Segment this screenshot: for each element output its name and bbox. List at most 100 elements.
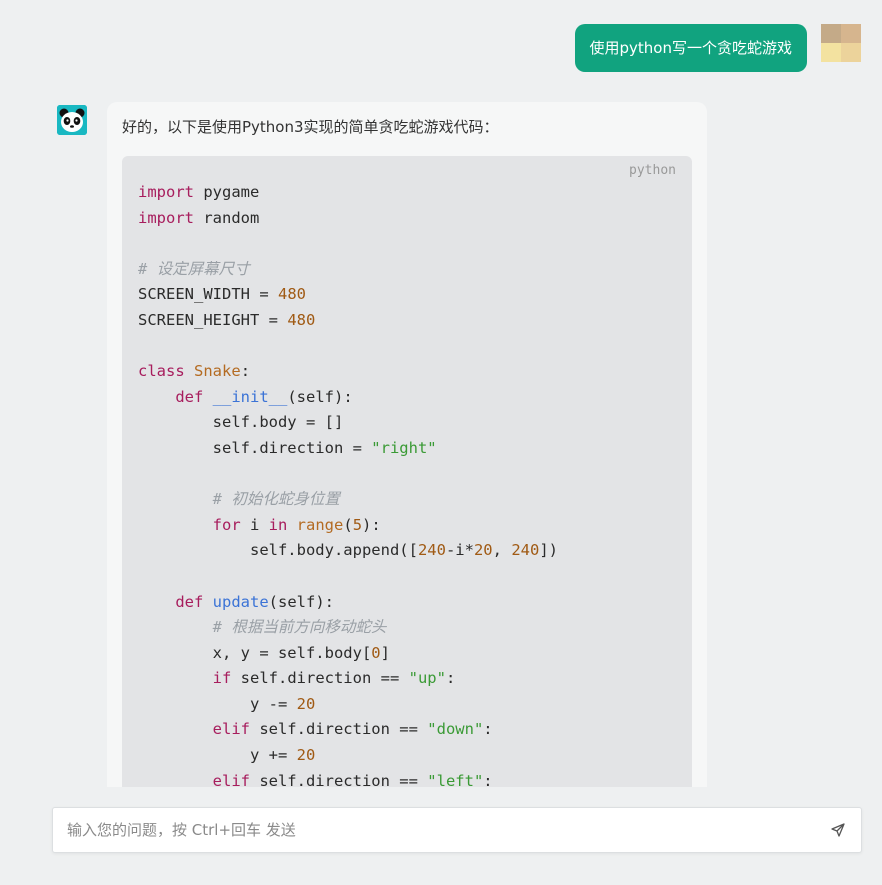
- user-message-text: 使用python写一个贪吃蛇游戏: [589, 39, 792, 57]
- code-line: class Snake:: [138, 359, 558, 385]
- question-input[interactable]: [67, 808, 807, 852]
- code-token: "right": [371, 438, 437, 457]
- code-token: :: [445, 669, 456, 688]
- code-token: def: [175, 592, 204, 611]
- code-line: # 设定屏幕尺寸: [138, 257, 558, 283]
- code-content: import pygame import random # 设定屏幕尺寸 SCREEN…: [138, 180, 558, 787]
- code-token: import: [138, 183, 194, 201]
- code-token: __init__: [212, 387, 288, 406]
- code-token: (: [343, 515, 353, 534]
- code-token: -i*: [445, 541, 474, 560]
- code-token: :: [240, 362, 251, 381]
- code-token: :: [483, 720, 493, 739]
- code-token: "down": [427, 720, 484, 739]
- code-line: # 初始化蛇身位置: [138, 487, 558, 513]
- send-icon: [831, 823, 845, 837]
- code-line: for i in range(5):: [138, 513, 558, 539]
- code-line: y += 20: [138, 743, 558, 769]
- question-input-bar: [52, 807, 862, 853]
- code-token: (self):: [268, 592, 334, 611]
- code-language-label: python: [629, 163, 676, 178]
- code-token: self.direction ==: [231, 669, 409, 688]
- code-token: 0: [371, 643, 381, 662]
- code-token: ]: [380, 643, 390, 662]
- code-line: def __init__(self):: [138, 385, 558, 411]
- code-line: import random: [138, 206, 558, 232]
- code-token: elif: [212, 771, 250, 787]
- code-token: self.direction ==: [249, 771, 428, 787]
- code-token: elif: [212, 720, 250, 739]
- code-token: for: [212, 515, 241, 534]
- code-token: 240: [417, 541, 446, 560]
- code-token: # 根据当前方向移动蛇头: [212, 618, 387, 637]
- user-avatar: [821, 24, 861, 62]
- bot-intro-text: 好的，以下是使用Python3实现的简单贪吃蛇游戏代码：: [122, 118, 499, 136]
- code-token: random: [194, 208, 260, 227]
- code-block: python import pygame import random # 设定屏幕尺…: [122, 156, 692, 787]
- code-token: "up": [408, 669, 446, 688]
- code-line: self.body.append([240-i*20, 240]): [138, 538, 558, 564]
- code-token: 20: [473, 541, 493, 560]
- code-line: y -= 20: [138, 692, 558, 718]
- chat-area: 使用python写一个贪吃蛇游戏 好的，以下是使用Python3实现的简单贪吃蛇…: [0, 0, 882, 787]
- code-line: SCREEN_HEIGHT = 480: [138, 308, 558, 334]
- code-token: SCREEN_WIDTH =: [138, 285, 278, 304]
- code-token: 5: [352, 515, 363, 534]
- code-token: Snake: [194, 362, 241, 381]
- bot-message-card: 好的，以下是使用Python3实现的简单贪吃蛇游戏代码： python impo…: [107, 102, 707, 787]
- code-token: SCREEN_HEIGHT =: [138, 310, 288, 329]
- code-token: ):: [362, 515, 381, 534]
- code-token: self.body = []: [138, 413, 344, 432]
- code-token: 480: [287, 310, 316, 329]
- code-token: x, y = self.body[: [138, 643, 372, 662]
- code-line: self.body = []: [138, 410, 558, 436]
- code-line: def update(self):: [138, 590, 558, 616]
- code-token: 480: [277, 285, 306, 304]
- code-line: elif self.direction == "left":: [138, 769, 558, 787]
- code-token: ]): [539, 541, 558, 560]
- code-line: elif self.direction == "down":: [138, 717, 558, 743]
- code-token: self.direction ==: [249, 720, 428, 739]
- code-token: # 设定屏幕尺寸: [138, 259, 250, 278]
- code-line: self.direction = "right": [138, 436, 558, 462]
- code-token: i: [240, 515, 269, 534]
- panda-icon: [57, 105, 87, 135]
- code-token: pygame: [194, 183, 260, 201]
- send-button[interactable]: [829, 821, 847, 839]
- code-token: def: [175, 387, 204, 406]
- code-token: self.body.append([: [138, 541, 418, 560]
- code-token: import: [138, 208, 194, 227]
- code-line: x, y = self.body[0]: [138, 641, 558, 667]
- code-line: SCREEN_WIDTH = 480: [138, 282, 558, 308]
- code-token: range: [296, 515, 344, 534]
- code-token: ,: [492, 541, 512, 560]
- code-token: 20: [296, 746, 316, 765]
- code-token: update: [212, 592, 269, 611]
- code-token: if: [212, 669, 232, 688]
- code-token: :: [483, 771, 493, 787]
- code-token: 20: [296, 694, 316, 713]
- code-token: # 初始化蛇身位置: [212, 490, 340, 509]
- code-line: if self.direction == "up":: [138, 666, 558, 692]
- code-line: # 根据当前方向移动蛇头: [138, 615, 558, 641]
- code-token: self.direction =: [138, 438, 372, 457]
- code-token: 240: [511, 541, 540, 560]
- code-token: class: [138, 362, 185, 381]
- code-token: "left": [427, 771, 484, 787]
